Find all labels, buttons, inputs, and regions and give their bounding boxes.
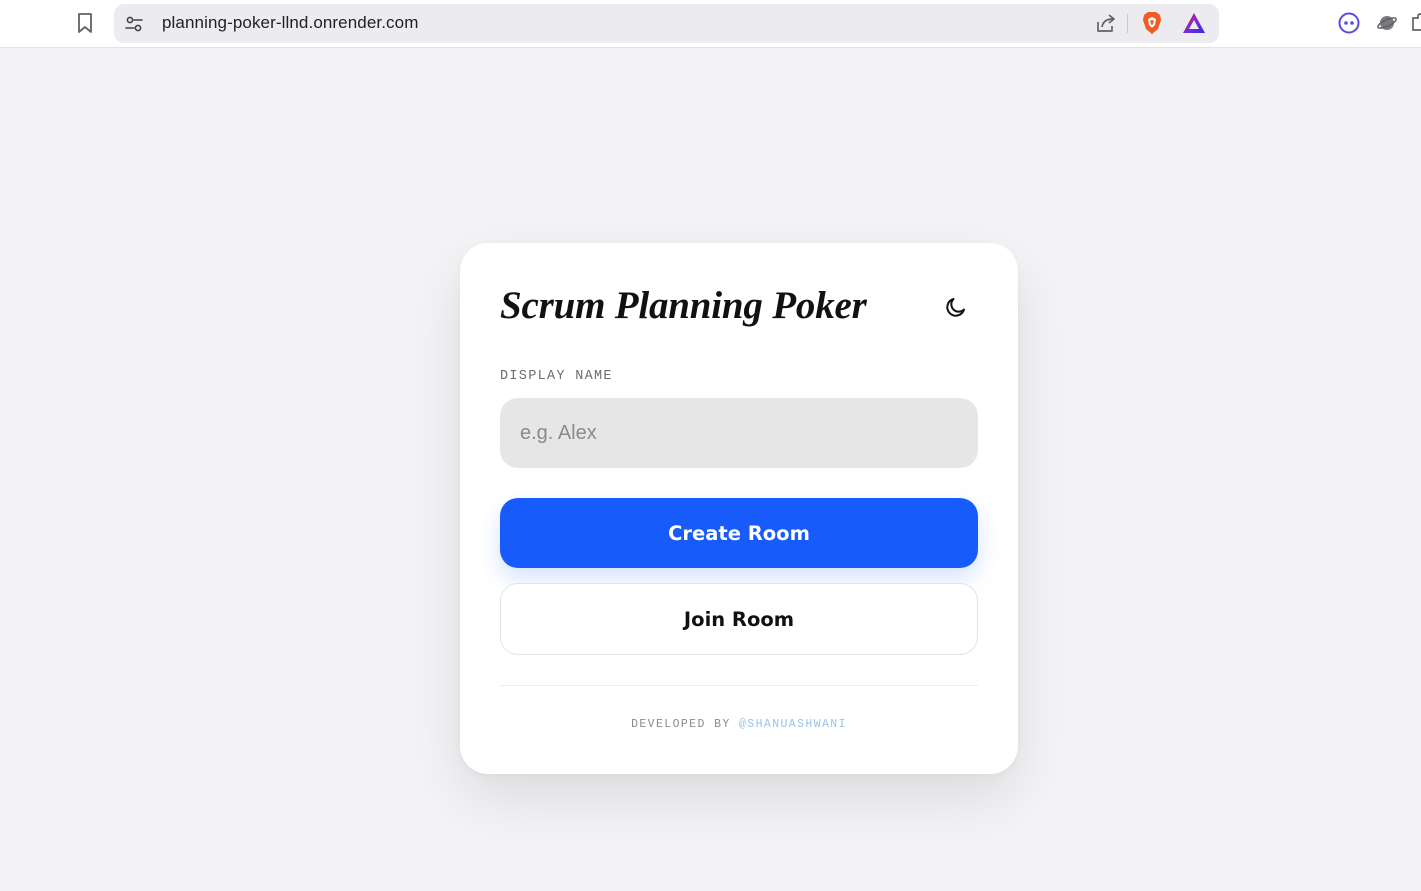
create-room-button[interactable]: Create Room	[500, 498, 978, 568]
site-settings-icon[interactable]	[124, 14, 144, 34]
display-name-input[interactable]	[500, 398, 978, 468]
display-name-label: DISPLAY NAME	[500, 369, 613, 384]
extensions-puzzle-icon[interactable]	[1410, 12, 1421, 34]
brave-shield-icon[interactable]	[1141, 11, 1163, 35]
address-divider	[1127, 14, 1128, 33]
footer-credit: DEVELOPED BY @SHANUASHWANI	[460, 718, 1018, 731]
card-divider	[500, 685, 978, 686]
address-bar[interactable]: planning-poker-llnd.onrender.com	[114, 4, 1219, 43]
extension-icon[interactable]	[1338, 12, 1360, 34]
author-link[interactable]: @SHANUASHWANI	[739, 718, 847, 731]
footer-prefix: DEVELOPED BY	[631, 718, 731, 731]
moon-icon	[944, 295, 968, 324]
planet-extension-icon[interactable]	[1376, 12, 1398, 34]
share-icon[interactable]	[1095, 12, 1117, 34]
browser-toolbar: planning-poker-llnd.onrender.com	[0, 0, 1421, 48]
bookmark-icon[interactable]	[74, 11, 96, 35]
join-room-button[interactable]: Join Room	[500, 583, 978, 655]
url-text[interactable]: planning-poker-llnd.onrender.com	[162, 13, 418, 33]
brave-rewards-icon[interactable]	[1182, 12, 1206, 34]
theme-toggle-button[interactable]	[936, 289, 976, 329]
login-card: Scrum Planning Poker DISPLAY NAME Create…	[460, 243, 1018, 774]
page-title: Scrum Planning Poker	[500, 284, 867, 327]
